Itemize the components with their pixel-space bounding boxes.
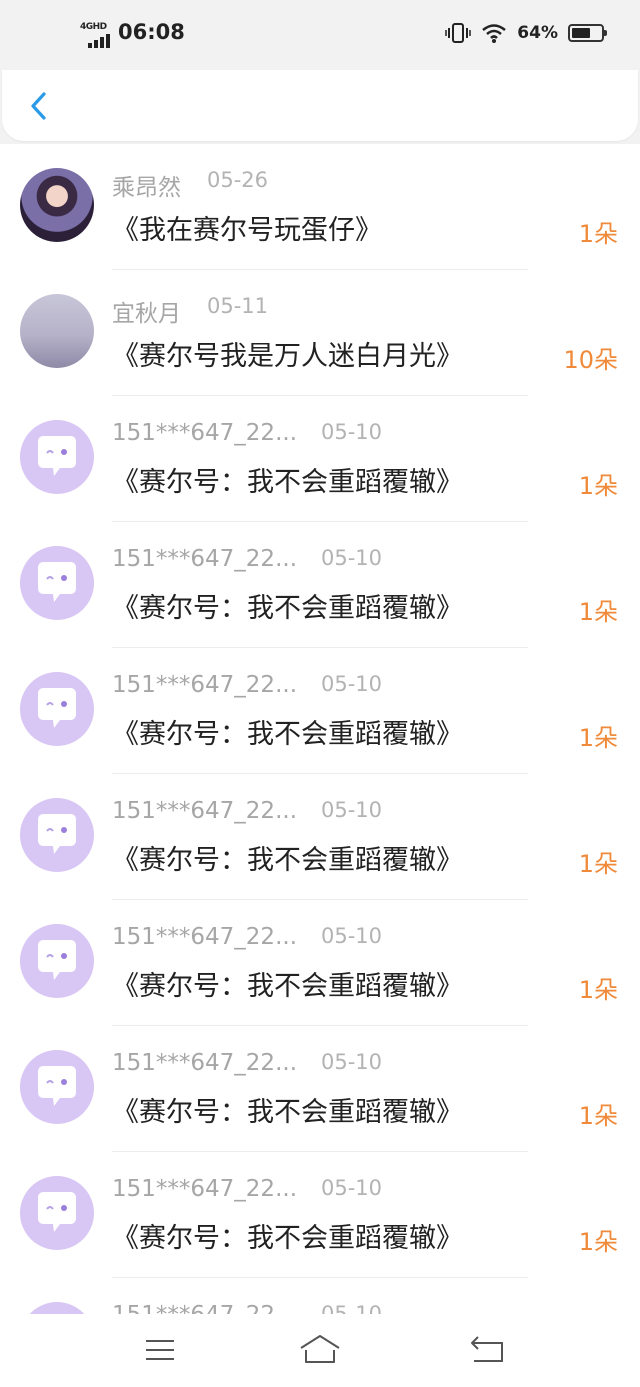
book-title[interactable]: 《赛尔号：我不会重蹈覆辙》 — [112, 964, 463, 1003]
chat-bubble-icon — [38, 940, 76, 980]
date: 05-10 — [321, 798, 383, 822]
flower-count: 1朵 — [578, 220, 618, 248]
vibrate-icon — [445, 23, 472, 43]
flower-count: 1朵 — [578, 472, 618, 500]
home-icon[interactable] — [298, 1332, 342, 1368]
flower-count: 1朵 — [578, 724, 618, 752]
book-title[interactable]: 《赛尔号：我不会重蹈覆辙》 — [112, 838, 463, 877]
date: 05-10 — [321, 546, 383, 570]
author-line: 151***647_22... 05-10 — [112, 546, 382, 572]
chat-bubble-icon — [38, 814, 76, 854]
list-item[interactable]: 乘昂然 05-26 《我在赛尔号玩蛋仔》 1朵 — [0, 144, 640, 270]
menu-icon[interactable] — [140, 1332, 180, 1368]
clock: 06:08 — [118, 20, 185, 44]
battery-icon — [568, 24, 607, 42]
author-line: 151***647_22... 05-10 — [112, 1302, 382, 1314]
flower-count: 1朵 — [578, 850, 618, 878]
top-nav-bar — [2, 70, 638, 141]
book-title[interactable]: 《赛尔号：我不会重蹈覆辙》 — [112, 712, 463, 751]
network-type: 4GHD — [80, 22, 107, 32]
flower-count: 10朵 — [563, 346, 618, 374]
author-line: 151***647_22... 05-10 — [112, 420, 382, 446]
avatar[interactable] — [20, 672, 94, 746]
flower-count: 1朵 — [578, 976, 618, 1004]
cellular-signal-icon: 4GHD — [80, 22, 114, 48]
date: 05-10 — [321, 1302, 383, 1314]
chat-bubble-icon — [38, 562, 76, 602]
date: 05-10 — [321, 420, 383, 444]
flower-count: 1朵 — [578, 1102, 618, 1130]
avatar[interactable] — [20, 924, 94, 998]
book-title[interactable]: 《赛尔号：我不会重蹈覆辙》 — [112, 1216, 463, 1255]
chat-bubble-icon — [20, 1302, 94, 1314]
author-line: 乘昂然 05-26 — [112, 168, 268, 202]
book-title[interactable]: 《我在赛尔号玩蛋仔》 — [112, 208, 382, 247]
author-line: 151***647_22... 05-10 — [112, 798, 382, 824]
author-name: 151***647_22... — [112, 672, 297, 698]
author-name: 乘昂然 — [112, 175, 181, 201]
flower-count: 1朵 — [578, 1228, 618, 1256]
author-name: 151***647_22... — [112, 1302, 297, 1314]
author-name: 151***647_22... — [112, 546, 297, 572]
date: 05-10 — [321, 672, 383, 696]
list-item[interactable]: 宜秋月 05-11 《赛尔号我是万人迷白月光》 10朵 — [0, 270, 640, 396]
book-title[interactable]: 《赛尔号我是万人迷白月光》 — [112, 334, 463, 373]
avatar[interactable] — [20, 1176, 94, 1250]
chevron-left-icon[interactable] — [22, 88, 58, 124]
date: 05-26 — [207, 168, 269, 192]
author-name: 151***647_22... — [112, 1050, 297, 1076]
chat-bubble-icon — [38, 436, 76, 476]
chat-bubble-icon — [38, 1192, 76, 1232]
author-line: 151***647_22... 05-10 — [112, 924, 382, 950]
author-line: 151***647_22... 05-10 — [112, 672, 382, 698]
avatar[interactable] — [20, 294, 94, 368]
author-line: 宜秋月 05-11 — [112, 294, 268, 328]
status-bar: 4GHD 06:08 64% — [0, 0, 640, 70]
author-name: 151***647_22... — [112, 924, 297, 950]
book-title[interactable]: 《赛尔号：我不会重蹈覆辙》 — [112, 586, 463, 625]
author-name: 宜秋月 — [112, 301, 181, 327]
system-nav-bar — [0, 1314, 640, 1387]
author-name: 151***647_22... — [112, 1176, 297, 1202]
battery-percent: 64% — [517, 23, 558, 43]
avatar[interactable] — [20, 1050, 94, 1124]
list-item[interactable]: 151***647_22... 05-10 《赛尔号：我不会重蹈覆辙》 1朵 — [0, 1152, 640, 1278]
gift-record-list: 乘昂然 05-26 《我在赛尔号玩蛋仔》 1朵 宜秋月 05-11 《赛尔号我是万人迷白月光… — [0, 144, 640, 1314]
author-name: 151***647_22... — [112, 798, 297, 824]
avatar[interactable] — [20, 168, 94, 242]
book-title[interactable]: 《赛尔号：我不会重蹈覆辙》 — [112, 460, 463, 499]
chat-bubble-icon — [38, 688, 76, 728]
author-line: 151***647_22... 05-10 — [112, 1050, 382, 1076]
book-title[interactable]: 《赛尔号：我不会重蹈覆辙》 — [112, 1090, 463, 1129]
avatar[interactable] — [20, 546, 94, 620]
date: 05-11 — [207, 294, 269, 318]
list-item[interactable]: 151***647_22... 05-10 — [0, 1278, 640, 1314]
list-item[interactable]: 151***647_22... 05-10 《赛尔号：我不会重蹈覆辙》 1朵 — [0, 396, 640, 522]
list-item[interactable]: 151***647_22... 05-10 《赛尔号：我不会重蹈覆辙》 1朵 — [0, 648, 640, 774]
list-item[interactable]: 151***647_22... 05-10 《赛尔号：我不会重蹈覆辙》 1朵 — [0, 1026, 640, 1152]
wifi-icon — [482, 24, 507, 43]
list-item[interactable]: 151***647_22... 05-10 《赛尔号：我不会重蹈覆辙》 1朵 — [0, 774, 640, 900]
date: 05-10 — [321, 1176, 383, 1200]
avatar[interactable] — [20, 420, 94, 494]
author-name: 151***647_22... — [112, 420, 297, 446]
list-item[interactable]: 151***647_22... 05-10 《赛尔号：我不会重蹈覆辙》 1朵 — [0, 522, 640, 648]
date: 05-10 — [321, 924, 383, 948]
avatar[interactable] — [20, 798, 94, 872]
chat-bubble-icon — [38, 1066, 76, 1106]
flower-count: 1朵 — [578, 598, 618, 626]
date: 05-10 — [321, 1050, 383, 1074]
avatar[interactable] — [20, 1302, 94, 1314]
list-item[interactable]: 151***647_22... 05-10 《赛尔号：我不会重蹈覆辙》 1朵 — [0, 900, 640, 1026]
back-icon[interactable] — [468, 1332, 508, 1368]
author-line: 151***647_22... 05-10 — [112, 1176, 382, 1202]
